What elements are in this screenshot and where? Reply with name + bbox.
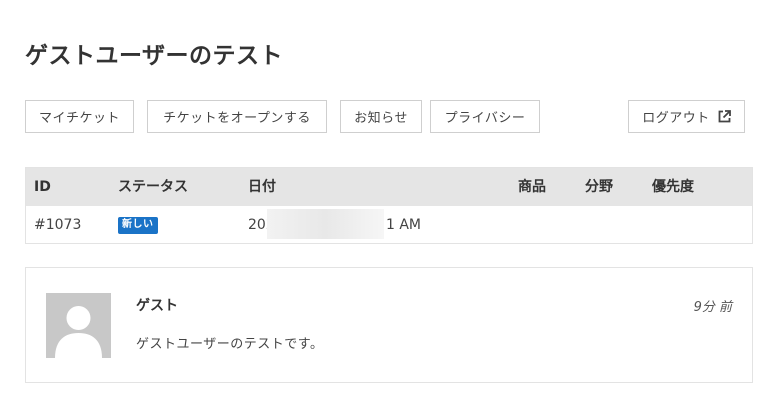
open-ticket-button[interactable]: チケットをオープンする	[147, 100, 327, 133]
logout-button[interactable]: ログアウト	[628, 100, 745, 133]
reply-card: ゲスト 9分 前 ゲストユーザーのテストです。	[25, 267, 753, 383]
user-silhouette-icon	[46, 293, 111, 358]
reply-author: ゲスト	[136, 298, 178, 314]
status-cell: 新しい	[118, 206, 158, 244]
column-header-product[interactable]: 商品	[518, 168, 546, 206]
status-badge: 新しい	[118, 216, 158, 234]
notices-button[interactable]: お知らせ	[340, 100, 422, 133]
column-header-category[interactable]: 分野	[585, 168, 613, 206]
column-header-priority[interactable]: 優先度	[652, 168, 694, 206]
date-suffix: 1 AM	[386, 217, 422, 233]
logout-label: ログアウト	[642, 111, 710, 126]
reply-message: ゲストユーザーのテストです。	[136, 337, 324, 352]
ticket-id-link[interactable]: #1073	[34, 206, 81, 244]
column-header-date[interactable]: 日付	[248, 168, 276, 206]
table-row[interactable]: #1073 新しい 202 1 AM	[26, 206, 752, 244]
date-redaction	[267, 209, 384, 239]
column-header-status[interactable]: ステータス	[118, 168, 188, 206]
page-title: ゲストユーザーのテスト	[25, 43, 284, 69]
column-header-id[interactable]: ID	[34, 168, 51, 206]
ticket-table: ID ステータス 日付 商品 分野 優先度 #1073 新しい 202 1 AM	[25, 167, 753, 244]
reply-timestamp: 9分 前	[693, 300, 732, 315]
table-header: ID ステータス 日付 商品 分野 優先度	[26, 168, 752, 206]
external-link-icon	[718, 110, 731, 123]
my-tickets-button[interactable]: マイチケット	[25, 100, 134, 133]
privacy-button[interactable]: プライバシー	[430, 100, 540, 133]
